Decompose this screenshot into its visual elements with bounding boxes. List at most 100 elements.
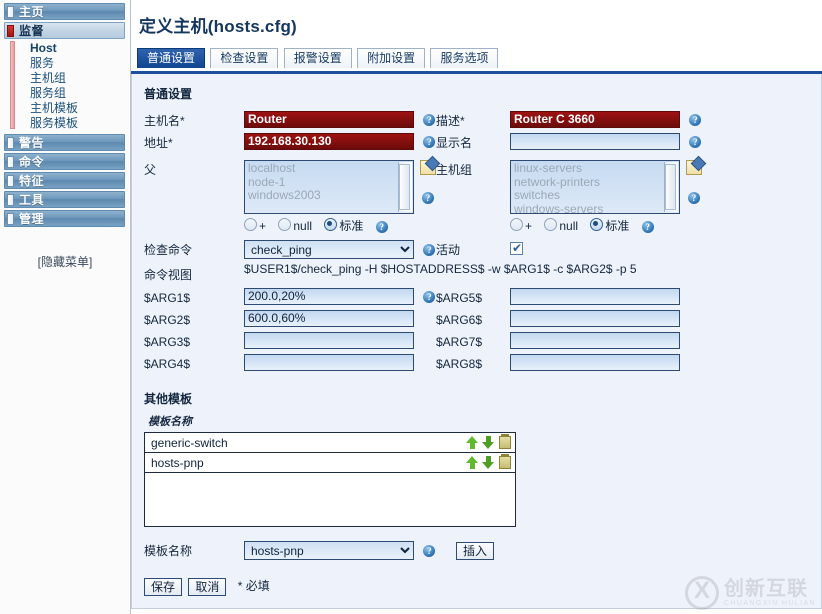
move-up-icon[interactable] (466, 436, 478, 449)
list-item[interactable]: linux-servers (514, 161, 679, 176)
move-up-icon[interactable] (466, 456, 478, 469)
description-input[interactable] (510, 111, 680, 128)
hostname-input[interactable] (244, 111, 414, 128)
move-down-icon[interactable] (482, 436, 494, 449)
insert-button[interactable]: 插入 (456, 542, 495, 561)
edit-icon[interactable] (420, 160, 436, 175)
help-icon[interactable]: ? (423, 244, 436, 257)
description-cell: ? (510, 111, 702, 133)
tab-service-options[interactable]: 服务选项 (430, 48, 499, 68)
help-icon[interactable]: ? (689, 135, 702, 148)
sidebar-item-tools[interactable]: 工具 (4, 191, 125, 208)
scrollbar[interactable] (664, 162, 678, 212)
arg6-label: $ARG6$ (436, 313, 483, 327)
help-icon[interactable]: ? (423, 113, 436, 126)
cancel-button[interactable]: 取消 (188, 577, 227, 596)
hostgroups-listbox[interactable]: linux-servers network-printers switches … (510, 160, 680, 214)
sidebar-item-home[interactable]: 主页 (4, 3, 125, 20)
sidebar-subitem-hostgroups[interactable]: 主机组 (2, 71, 128, 86)
radio-standard[interactable] (590, 218, 604, 231)
bullet-icon (7, 174, 14, 187)
radio-null[interactable] (278, 218, 292, 231)
form-row-check-command: 检查命令 check_ping ? 活动 (144, 234, 702, 262)
sidebar-subitem-servicegroups[interactable]: 服务组 (2, 86, 128, 101)
sidebar-submenu: Host 服务 主机组 服务组 主机模板 服务模板 (2, 41, 128, 131)
sidebar-item-monitoring[interactable]: 监督 (4, 22, 125, 39)
help-icon[interactable]: ? (423, 545, 436, 558)
help-icon[interactable]: ? (641, 220, 654, 233)
sidebar-subitem-servicetemplates[interactable]: 服务模板 (2, 116, 128, 131)
arg2-input[interactable] (244, 310, 414, 327)
radio-plus[interactable] (510, 218, 523, 231)
template-select-cell: hosts-pnp ? 插入 (244, 541, 495, 563)
save-button[interactable]: 保存 (144, 577, 183, 596)
hostgroups-radio-group: + null 标准 ? (510, 217, 702, 234)
help-icon[interactable]: ? (688, 192, 700, 204)
arg8-input[interactable] (510, 354, 680, 371)
table-row[interactable]: hosts-pnp (145, 453, 515, 473)
arg4-label: $ARG4$ (144, 357, 191, 371)
radio-null-label: null (559, 219, 579, 233)
edit-icon[interactable] (686, 160, 702, 175)
sidebar-item-commands[interactable]: 命令 (4, 153, 125, 170)
arg6-input[interactable] (510, 310, 680, 327)
radio-plus[interactable] (244, 218, 257, 231)
arg5-input[interactable] (510, 288, 680, 305)
form-row-address: 地址* ? 显示名 ? (144, 133, 702, 155)
arg4-input[interactable] (244, 354, 414, 371)
sidebar-item-alerts[interactable]: 警告 (4, 134, 125, 151)
sidebar-subitem-hosttemplates[interactable]: 主机模板 (2, 101, 128, 116)
scrollbar-thumb[interactable] (399, 164, 410, 210)
arg1-cell: ? (244, 288, 436, 310)
template-name: hosts-pnp (151, 455, 204, 470)
sidebar-item-admin[interactable]: 管理 (4, 210, 125, 227)
sidebar-subitem-host[interactable]: Host (2, 41, 128, 56)
arg7-input[interactable] (510, 332, 680, 349)
tab-check-settings[interactable]: 检查设置 (210, 48, 279, 68)
help-icon[interactable]: ? (423, 135, 436, 148)
radio-standard[interactable] (324, 218, 338, 231)
tab-alert-settings[interactable]: 报警设置 (283, 48, 352, 68)
move-down-icon[interactable] (482, 456, 494, 469)
delete-icon[interactable] (499, 434, 511, 449)
radio-plus-label: + (259, 219, 267, 233)
sidebar-subitem-services[interactable]: 服务 (2, 56, 128, 71)
template-select[interactable]: hosts-pnp (244, 541, 414, 560)
sidebar-item-features[interactable]: 特征 (4, 172, 125, 189)
scrollbar-thumb[interactable] (665, 164, 676, 210)
display-name-input[interactable] (510, 133, 680, 150)
parents-listbox[interactable]: localhost node-1 windows2003 (244, 160, 414, 214)
arg3-input[interactable] (244, 332, 414, 349)
list-item[interactable]: network-printers (514, 175, 679, 190)
list-item[interactable]: windows-servers (514, 202, 679, 213)
arg1-input[interactable] (244, 288, 414, 305)
help-icon[interactable]: ? (375, 220, 388, 233)
hostname-cell: ? (244, 111, 436, 133)
arg5-label: $ARG5$ (436, 291, 483, 305)
arg3-cell (244, 332, 436, 354)
help-icon[interactable]: ? (422, 192, 434, 204)
delete-icon[interactable] (499, 454, 511, 469)
arg6-cell (510, 310, 702, 332)
scrollbar[interactable] (398, 162, 412, 212)
list-item[interactable]: windows2003 (248, 188, 413, 203)
list-item[interactable]: localhost (248, 161, 413, 176)
hide-menu-link[interactable]: [隐藏菜单] (2, 253, 128, 270)
check-command-select[interactable]: check_ping (244, 240, 414, 259)
address-input[interactable] (244, 133, 414, 150)
form-row-template-select: 模板名称 hosts-pnp ? 插入 (144, 541, 495, 563)
help-icon[interactable]: ? (689, 113, 702, 126)
tab-general-settings[interactable]: 普通设置 (137, 48, 206, 68)
tab-additional-settings[interactable]: 附加设置 (357, 48, 426, 68)
bullet-icon (7, 5, 14, 18)
active-checkbox[interactable] (510, 241, 523, 255)
list-item[interactable]: switches (514, 188, 679, 203)
app-root: 主页 监督 Host 服务 主机组 服务组 主机模板 服务模板 警告 命令 特征… (0, 0, 822, 614)
arg8-cell (510, 354, 702, 376)
table-row[interactable]: generic-switch (145, 433, 515, 453)
list-item[interactable]: node-1 (248, 175, 413, 190)
arg7-cell (510, 332, 702, 354)
radio-null[interactable] (544, 218, 558, 231)
general-settings-form: 主机名* ? 描述* ? 地址* ? (144, 111, 702, 376)
help-icon[interactable]: ? (423, 290, 436, 303)
